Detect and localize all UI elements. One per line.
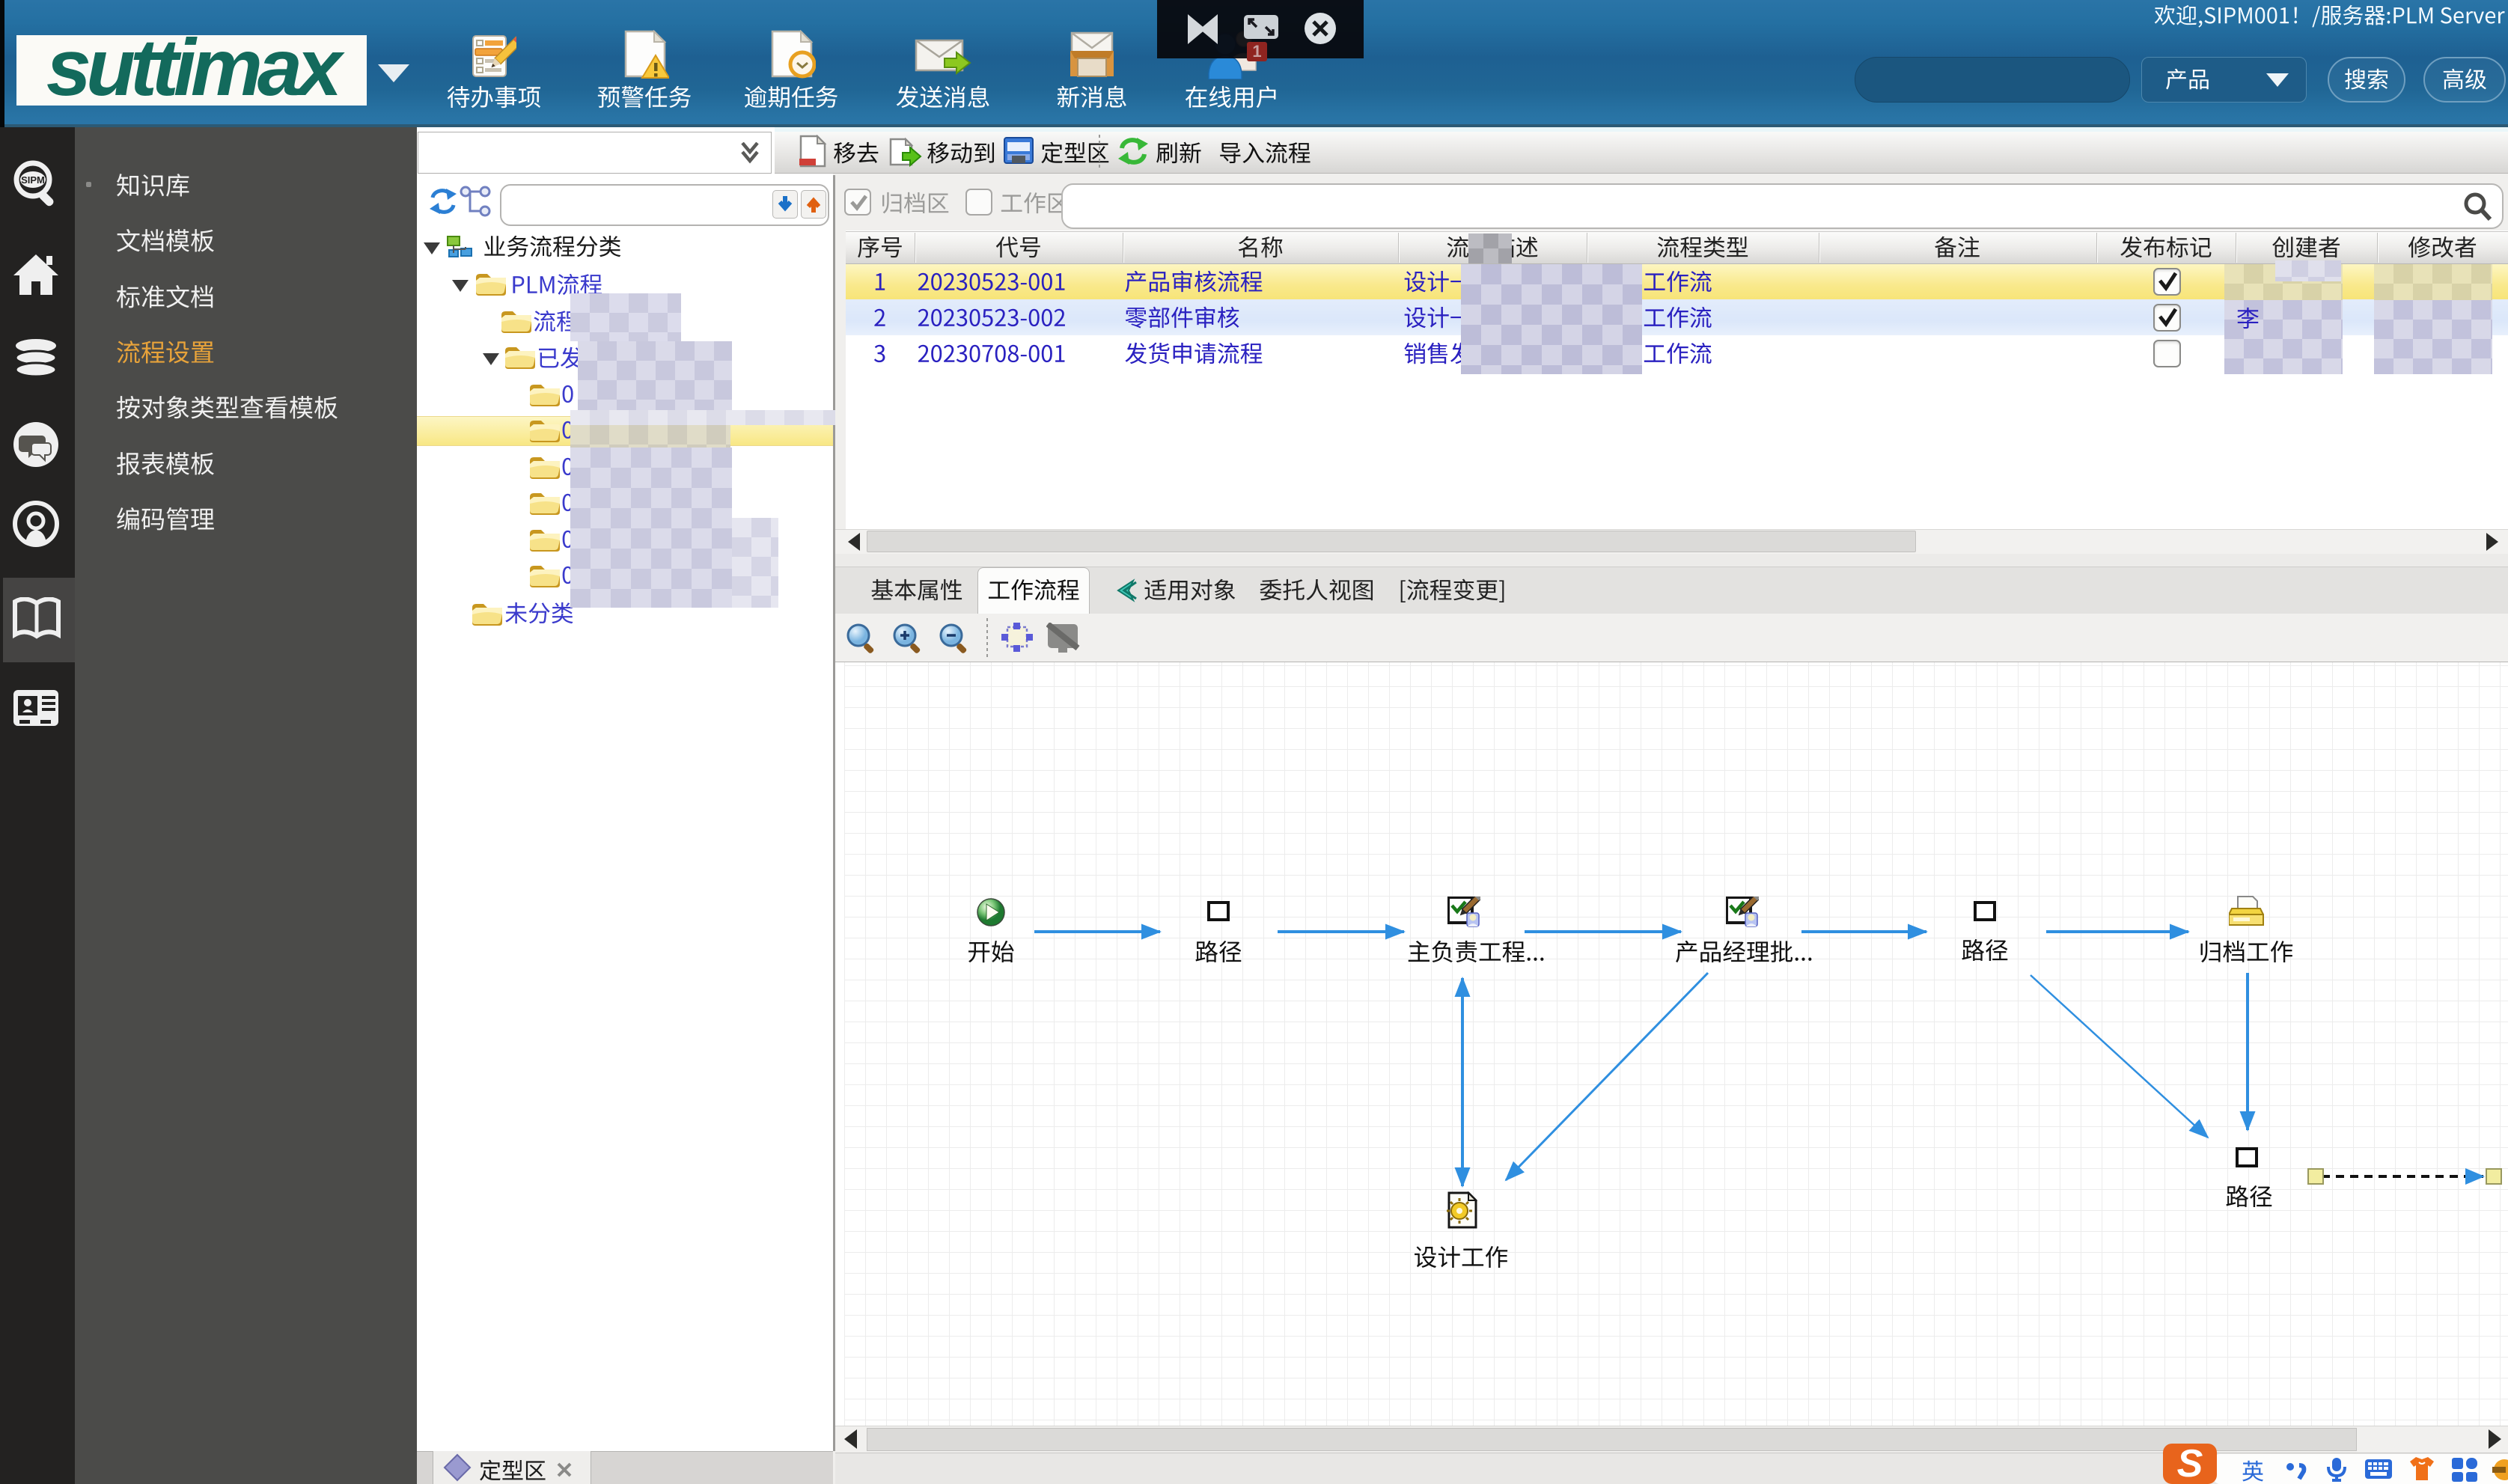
- svg-text:SIPM: SIPM: [21, 174, 45, 186]
